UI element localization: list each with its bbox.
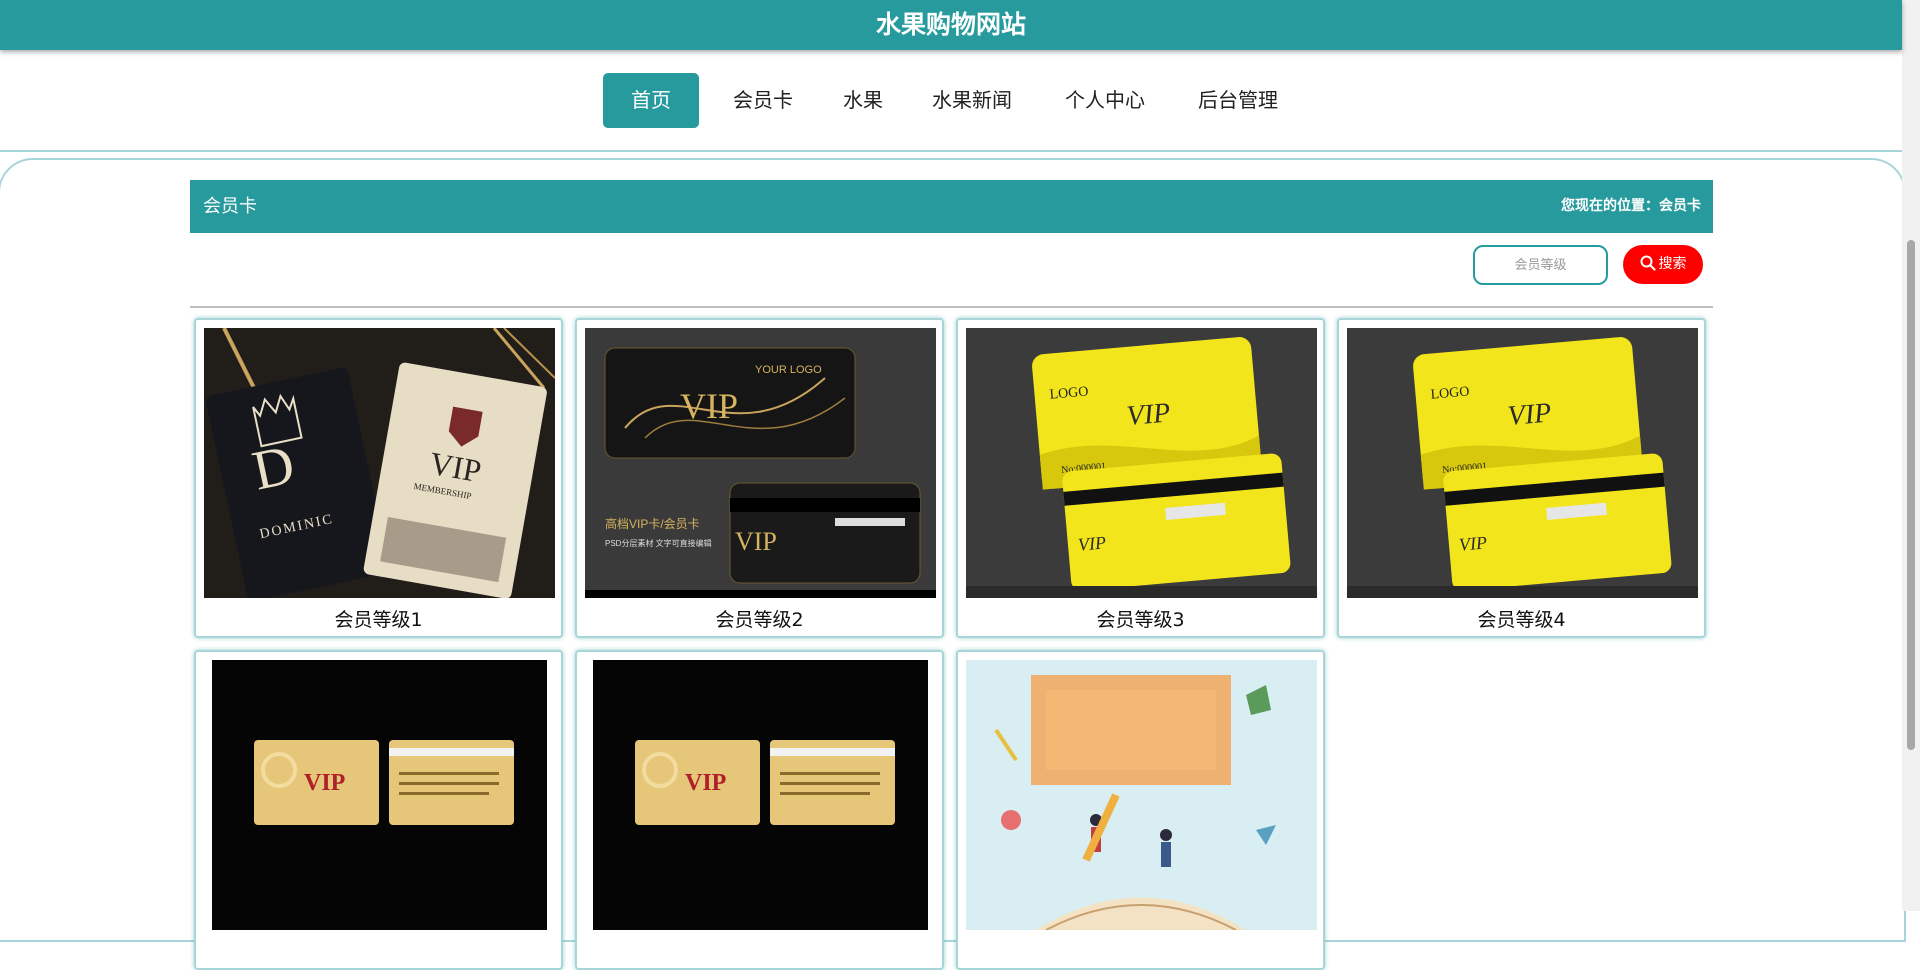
breadcrumb: 您现在的位置：会员卡 <box>1561 198 1701 214</box>
member-card-image <box>966 660 1317 930</box>
member-card-image: VIP <box>204 660 555 930</box>
svg-text:PSD分层素材 文字可直接编辑: PSD分层素材 文字可直接编辑 <box>605 538 712 548</box>
member-card-item[interactable]: LOGO VIP No:000001 VIP 会员等级4 <box>1337 318 1706 638</box>
nav-item-fruit-news[interactable]: 水果新闻 <box>922 73 1022 128</box>
svg-text:VIP: VIP <box>304 770 345 796</box>
main-nav: 首页 会员卡 水果 水果新闻 个人中心 后台管理 <box>0 50 1902 152</box>
site-title: 水果购物网站 <box>875 10 1026 39</box>
nav-item-admin[interactable]: 后台管理 <box>1188 73 1288 128</box>
svg-text:VIP: VIP <box>680 386 738 426</box>
svg-text:VIP: VIP <box>685 770 726 796</box>
member-card-item[interactable]: VIP <box>194 650 563 970</box>
page-scrollbar[interactable] <box>1902 0 1920 911</box>
svg-text:高档VIP卡/会员卡: 高档VIP卡/会员卡 <box>605 516 700 531</box>
member-card-item[interactable] <box>956 650 1325 970</box>
member-level-search-input[interactable] <box>1473 245 1608 285</box>
member-card-title: 会员等级1 <box>334 609 423 631</box>
member-card-image: VIP <box>585 660 936 930</box>
svg-text:YOUR LOGO: YOUR LOGO <box>755 364 822 376</box>
scrollbar-thumb[interactable] <box>1907 240 1915 750</box>
member-card-item[interactable]: LOGO VIP No:000001 VIP 会员等级3 <box>956 318 1325 638</box>
member-card-title: 会员等级3 <box>1096 609 1185 631</box>
member-card-image: LOGO VIP No:000001 VIP <box>1347 328 1698 598</box>
search-button[interactable]: 搜索 <box>1623 245 1703 284</box>
member-card-item[interactable]: VIP <box>575 650 944 970</box>
search-button-label: 搜索 <box>1658 256 1687 272</box>
search-icon <box>1640 255 1656 271</box>
member-card-image: LOGO VIP No:000001 VIP <box>966 328 1317 598</box>
member-card-item[interactable]: VIP YOUR LOGO VIP 高档VIP卡/会员卡 PSD分层素材 文字可… <box>575 318 944 638</box>
svg-text:VIP: VIP <box>1125 397 1171 432</box>
section-header: 会员卡 您现在的位置：会员卡 <box>190 180 1713 233</box>
nav-item-membership-card[interactable]: 会员卡 <box>723 73 803 128</box>
divider <box>190 306 1713 308</box>
svg-text:VIP: VIP <box>1077 532 1107 554</box>
svg-text:VIP: VIP <box>1458 532 1488 554</box>
member-card-item[interactable]: D DOMINIC VIP MEMBERSHIP 会员等级1 <box>194 318 563 638</box>
nav-item-fruit[interactable]: 水果 <box>830 73 896 128</box>
member-card-image: VIP YOUR LOGO VIP 高档VIP卡/会员卡 PSD分层素材 文字可… <box>585 328 936 598</box>
member-card-title: 会员等级4 <box>1477 609 1566 631</box>
svg-text:VIP: VIP <box>735 527 777 556</box>
member-card-title: 会员等级2 <box>715 609 804 631</box>
svg-text:VIP: VIP <box>1506 397 1552 432</box>
nav-item-personal-center[interactable]: 个人中心 <box>1055 73 1155 128</box>
section-title: 会员卡 <box>203 196 257 217</box>
site-title-bar: 水果购物网站 <box>0 0 1902 50</box>
nav-item-home[interactable]: 首页 <box>603 73 699 128</box>
member-card-image: D DOMINIC VIP MEMBERSHIP <box>204 328 555 598</box>
